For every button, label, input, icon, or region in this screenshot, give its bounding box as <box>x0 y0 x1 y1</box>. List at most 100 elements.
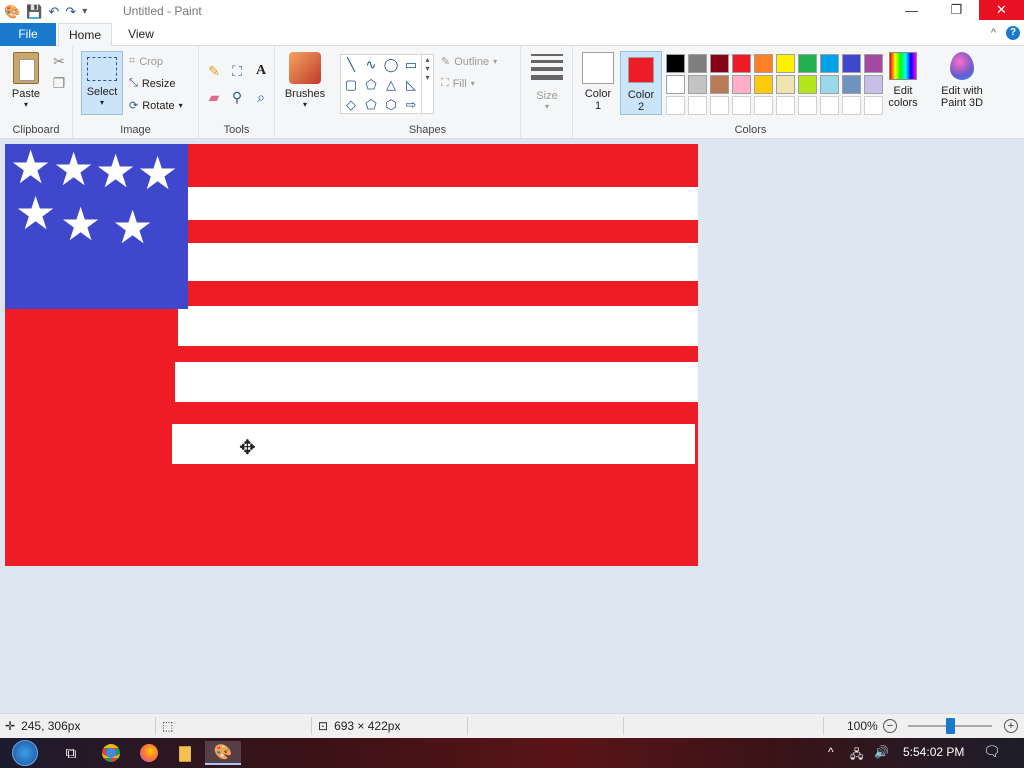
flag-canton: ★ ★ ★ ★ ★ ★ ★ <box>5 144 188 309</box>
chrome-icon[interactable] <box>96 741 126 765</box>
palette-swatch[interactable] <box>776 54 795 73</box>
palette-swatch[interactable] <box>776 75 795 94</box>
save-icon[interactable]: 💾 <box>26 5 42 18</box>
paint-icon[interactable]: 🎨 <box>4 5 20 18</box>
crop-button[interactable]: ⌗ Crop <box>129 55 163 68</box>
move-cursor-icon: ✥ <box>239 437 256 459</box>
network-icon[interactable]: 🖧 <box>850 745 863 766</box>
drawing-canvas[interactable]: ★ ★ ★ ★ ★ ★ ★ ✥ <box>5 144 698 566</box>
palette-swatch[interactable] <box>688 54 707 73</box>
zoom-in-button[interactable]: + <box>1004 719 1018 733</box>
line-shape-icon[interactable]: ╲ <box>342 57 360 73</box>
brushes-group: Brushes ▾ <box>275 46 335 139</box>
undo-icon[interactable]: ↶ <box>48 5 59 18</box>
clock[interactable]: 5:54:02 PM <box>903 745 964 759</box>
bucket-icon[interactable]: ⛶ <box>228 62 246 80</box>
file-explorer-icon[interactable]: ▇ <box>170 741 200 765</box>
copy-icon[interactable]: ❐ <box>50 74 68 92</box>
help-icon[interactable]: ? <box>1006 26 1020 40</box>
edit-colors-button[interactable]: Edit colors <box>881 52 925 109</box>
triangle-shape-icon[interactable]: △ <box>382 77 400 93</box>
custom-color-slot[interactable] <box>732 96 751 115</box>
customize-qat-icon[interactable]: ▾ <box>82 6 87 17</box>
curve-shape-icon[interactable]: ∿ <box>362 57 380 73</box>
restore-button[interactable]: ❐ <box>934 0 979 20</box>
polygon-shape-icon[interactable]: ⬠ <box>362 77 380 93</box>
arrow-shape-icon[interactable]: ⇨ <box>402 97 420 113</box>
crop-icon: ⌗ <box>129 55 136 67</box>
cut-icon[interactable]: ✂ <box>50 52 68 70</box>
custom-color-slot[interactable] <box>798 96 817 115</box>
shapes-scroll[interactable]: ▴ ▾ ▾ <box>421 55 433 113</box>
palette-swatch[interactable] <box>798 75 817 94</box>
canvas-area[interactable]: ★ ★ ★ ★ ★ ★ ★ ✥ <box>0 139 1024 713</box>
palette-swatch[interactable] <box>820 75 839 94</box>
select-button[interactable]: Select ▾ <box>81 51 123 115</box>
palette-swatch[interactable] <box>666 54 685 73</box>
text-tool-icon[interactable]: A <box>252 62 270 80</box>
hexagon-shape-icon[interactable]: ⬡ <box>382 97 400 113</box>
fill-label: Fill <box>452 77 467 90</box>
volume-icon[interactable]: 🔊 <box>874 745 889 759</box>
right-triangle-shape-icon[interactable]: ◺ <box>402 77 420 93</box>
show-hidden-icons[interactable]: ^ <box>828 745 834 759</box>
palette-swatch[interactable] <box>820 54 839 73</box>
palette-swatch[interactable] <box>842 54 861 73</box>
palette-swatch[interactable] <box>710 75 729 94</box>
custom-color-slot[interactable] <box>688 96 707 115</box>
palette-swatch[interactable] <box>732 75 751 94</box>
rectangle-shape-icon[interactable]: ▭ <box>402 57 420 73</box>
fill-button[interactable]: ⛶ Fill ▾ <box>441 77 475 90</box>
start-button[interactable] <box>8 740 42 766</box>
zoom-slider-thumb[interactable] <box>946 718 955 734</box>
minimize-button[interactable]: — <box>889 0 934 20</box>
brushes-button[interactable]: Brushes ▾ <box>281 52 329 109</box>
close-button[interactable]: ✕ <box>979 0 1024 20</box>
custom-color-slot[interactable] <box>754 96 773 115</box>
paste-button[interactable]: Paste ▾ <box>6 52 46 109</box>
size-button[interactable]: Size ▾ <box>527 54 567 111</box>
palette-swatch[interactable] <box>754 75 773 94</box>
task-view-icon[interactable]: ⧉ <box>56 741 86 765</box>
palette-swatch[interactable] <box>754 54 773 73</box>
custom-color-slot[interactable] <box>842 96 861 115</box>
palette-swatch[interactable] <box>688 75 707 94</box>
palette-swatch[interactable] <box>798 54 817 73</box>
tab-view[interactable]: View <box>116 23 166 46</box>
palette-swatch[interactable] <box>666 75 685 94</box>
magnifier-icon[interactable]: ⌕ <box>252 88 270 106</box>
color-picker-icon[interactable]: ⚲ <box>228 88 246 106</box>
notification-icon[interactable]: 🗨 <box>983 743 1001 760</box>
color2-button[interactable]: Color 2 <box>620 51 662 115</box>
rounded-rect-shape-icon[interactable]: ▢ <box>342 77 360 93</box>
diamond-shape-icon[interactable]: ◇ <box>342 97 360 113</box>
palette-swatch[interactable] <box>732 54 751 73</box>
oval-shape-icon[interactable]: ◯ <box>382 57 400 73</box>
redo-icon[interactable]: ↷ <box>65 5 76 18</box>
zoom-out-button[interactable]: − <box>883 719 897 733</box>
custom-color-slot[interactable] <box>710 96 729 115</box>
rotate-button[interactable]: ⟳ Rotate ▾ <box>129 99 183 113</box>
eraser-icon[interactable]: ▰ <box>205 88 223 106</box>
palette-swatch[interactable] <box>842 75 861 94</box>
pencil-icon[interactable]: ✎ <box>205 62 223 80</box>
color1-button[interactable]: Color 1 <box>579 52 617 112</box>
chevron-down-icon: ▾ <box>544 102 549 111</box>
pentagon-shape-icon[interactable]: ⬠ <box>362 97 380 113</box>
resize-button[interactable]: ⤡ Resize <box>129 77 175 90</box>
shapes-group: ╲ ∿ ◯ ▭ ▢ ⬠ △ ◺ ◇ ⬠ ⬡ ⇨ ▴ ▾ ▾ ✎ Outline ▾ ⛶ F… <box>335 46 521 139</box>
tab-file[interactable]: File <box>0 23 56 46</box>
collapse-ribbon-icon[interactable]: ^ <box>991 27 996 39</box>
outline-button[interactable]: ✎ Outline ▾ <box>441 55 497 69</box>
custom-color-slot[interactable] <box>666 96 685 115</box>
tools-group: ✎ ⛶ A ▰ ⚲ ⌕ Tools <box>199 46 275 139</box>
star-shape: ★ <box>15 187 57 239</box>
tab-home[interactable]: Home <box>58 23 112 47</box>
firefox-icon[interactable] <box>134 741 164 765</box>
edit-with-paint3d-button[interactable]: Edit with Paint 3D <box>932 52 992 109</box>
size-label: Size <box>536 90 558 102</box>
paint-taskbar-icon[interactable]: 🎨 <box>205 741 241 765</box>
custom-color-slot[interactable] <box>820 96 839 115</box>
custom-color-slot[interactable] <box>776 96 795 115</box>
palette-swatch[interactable] <box>710 54 729 73</box>
